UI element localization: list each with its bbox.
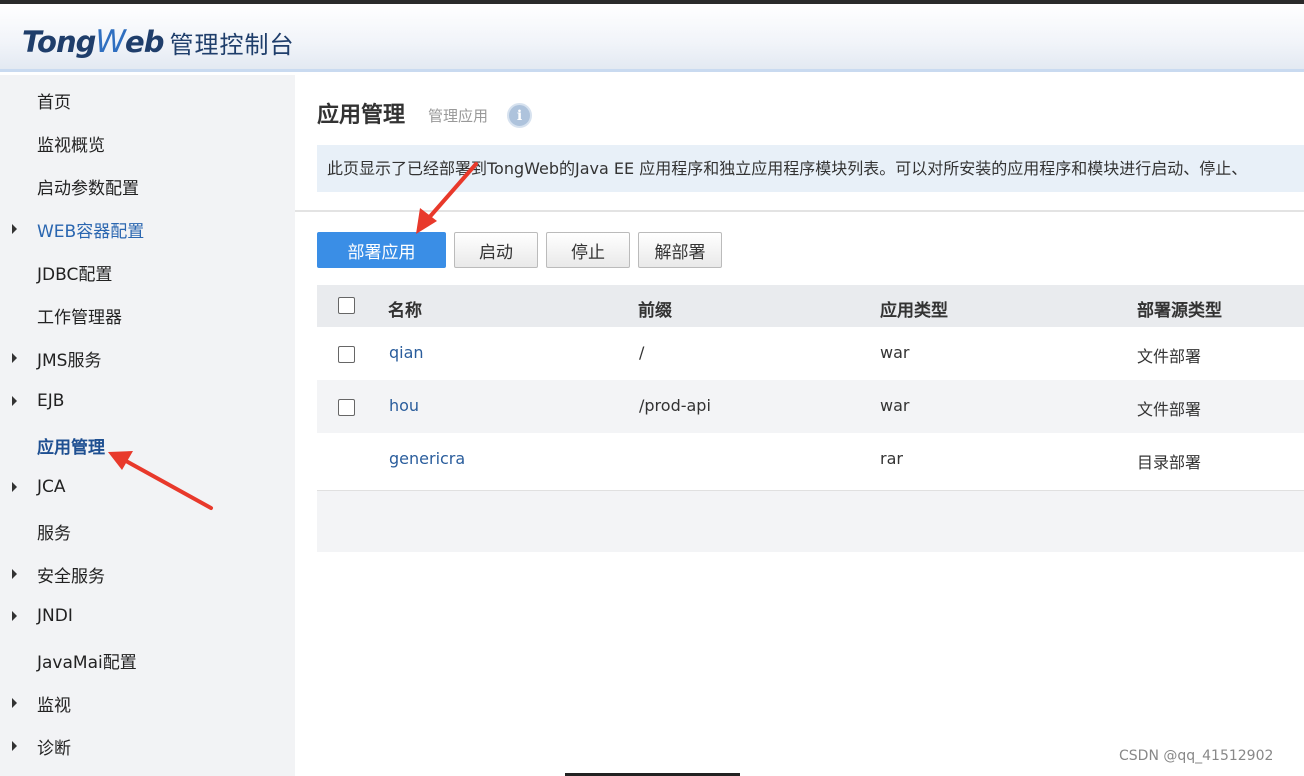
table-row: qian / war 文件部署 [317, 327, 1304, 380]
sidebar-item-label: 监视概览 [37, 135, 105, 156]
table-header: 名称 前缀 应用类型 部署源类型 [317, 285, 1304, 327]
app-type: war [880, 343, 910, 362]
column-header-app-type[interactable]: 应用类型 [880, 296, 948, 321]
expand-arrow-icon [12, 396, 17, 406]
start-button[interactable]: 启动 [454, 232, 538, 268]
sidebar-item-label: 应用管理 [37, 437, 105, 458]
sidebar-item-label: 监视 [37, 695, 71, 716]
sidebar-item-label: WEB容器配置 [37, 221, 145, 242]
sidebar-item-jca[interactable]: JCA [0, 472, 295, 502]
logo-subtitle: 管理控制台 [169, 30, 295, 59]
deploy-app-button[interactable]: 部署应用 [317, 232, 446, 268]
sidebar-item-monitor[interactable]: 监视 [0, 688, 295, 718]
sidebar-item-label: JDBC配置 [37, 264, 113, 285]
expand-arrow-icon [12, 741, 17, 751]
undeploy-button[interactable]: 解部署 [638, 232, 722, 268]
section-divider [295, 210, 1304, 212]
sidebar-item-label: 安全服务 [37, 566, 105, 587]
app-type: rar [880, 449, 903, 468]
expand-arrow-icon [12, 353, 17, 363]
sidebar-item-work-manager[interactable]: 工作管理器 [0, 300, 295, 330]
csdn-watermark: CSDN @qq_41512902 [1119, 748, 1274, 764]
table-row: hou /prod-api war 文件部署 [317, 380, 1304, 433]
app-name-link[interactable]: qian [389, 343, 424, 362]
sidebar-item-home[interactable]: 首页 [0, 85, 295, 115]
sidebar-item-label: JavaMai配置 [37, 652, 137, 673]
logo-brand-part: Tong [22, 25, 96, 59]
app-header: TongWeb 管理控制台 [0, 4, 1304, 72]
app-source-type: 目录部署 [1137, 453, 1202, 472]
app-prefix: /prod-api [639, 396, 711, 415]
tongweb-logo: TongWeb 管理控制台 [22, 22, 294, 62]
expand-arrow-icon [12, 224, 17, 234]
sidebar-item-diagnosis[interactable]: 诊断 [0, 731, 295, 761]
sidebar-item-security[interactable]: 安全服务 [0, 559, 295, 589]
sidebar-item-javamail[interactable]: JavaMai配置 [0, 645, 295, 675]
sidebar-item-label: JCA [37, 477, 66, 497]
sidebar-item-label: 启动参数配置 [37, 178, 139, 199]
expand-arrow-icon [12, 482, 17, 492]
stop-button[interactable]: 停止 [546, 232, 630, 268]
logo-brand-w: W [95, 24, 126, 60]
sidebar-item-startup-params[interactable]: 启动参数配置 [0, 171, 295, 201]
app-name-link[interactable]: hou [389, 396, 419, 415]
table-footer [317, 490, 1304, 552]
sidebar-item-label: JMS服务 [37, 350, 102, 371]
app-source-type: 文件部署 [1137, 347, 1202, 366]
sidebar-item-services[interactable]: 服务 [0, 516, 295, 546]
sidebar-item-monitor-overview[interactable]: 监视概览 [0, 128, 295, 158]
sidebar-item-ejb[interactable]: EJB [0, 386, 295, 416]
app-type: war [880, 396, 910, 415]
sidebar-item-label: 诊断 [37, 738, 71, 759]
sidebar-nav: 首页 监视概览 启动参数配置 WEB容器配置 JDBC配置 工作管理器 JMS服… [0, 75, 295, 776]
app-prefix: / [639, 343, 645, 362]
row-checkbox[interactable] [338, 346, 355, 363]
sidebar-item-web-container[interactable]: WEB容器配置 [0, 214, 295, 244]
main-content: 应用管理 管理应用 i 此页显示了已经部署到TongWeb的Java EE 应用… [295, 75, 1304, 776]
select-all-checkbox[interactable] [338, 297, 355, 314]
sidebar-item-label: JNDI [37, 606, 73, 626]
logo-brand: TongWeb [22, 24, 164, 60]
page-description: 此页显示了已经部署到TongWeb的Java EE 应用程序和独立应用程序模块列… [317, 145, 1304, 192]
sidebar-item-app-management[interactable]: 应用管理 [0, 430, 295, 460]
logo-brand-part: eb [125, 25, 164, 59]
sidebar-item-jdbc[interactable]: JDBC配置 [0, 257, 295, 287]
page-subtitle: 管理应用 [428, 107, 489, 125]
app-name-link[interactable]: genericra [389, 449, 465, 468]
table-row: genericra rar 目录部署 [317, 433, 1304, 486]
info-icon[interactable]: i [507, 103, 532, 128]
page-title: 应用管理 [317, 103, 406, 128]
app-source-type: 文件部署 [1137, 400, 1202, 419]
row-checkbox[interactable] [338, 399, 355, 416]
sidebar-item-label: 首页 [37, 92, 71, 113]
sidebar-item-jndi[interactable]: JNDI [0, 601, 295, 631]
expand-arrow-icon [12, 569, 17, 579]
column-header-source-type[interactable]: 部署源类型 [1137, 296, 1222, 321]
sidebar-item-label: 工作管理器 [37, 307, 122, 328]
column-header-prefix[interactable]: 前缀 [638, 296, 672, 321]
expand-arrow-icon [12, 698, 17, 708]
expand-arrow-icon [12, 611, 17, 621]
sidebar-item-label: EJB [37, 391, 65, 411]
sidebar-item-jms[interactable]: JMS服务 [0, 343, 295, 373]
column-header-name[interactable]: 名称 [388, 296, 422, 321]
sidebar-item-label: 服务 [37, 523, 71, 544]
